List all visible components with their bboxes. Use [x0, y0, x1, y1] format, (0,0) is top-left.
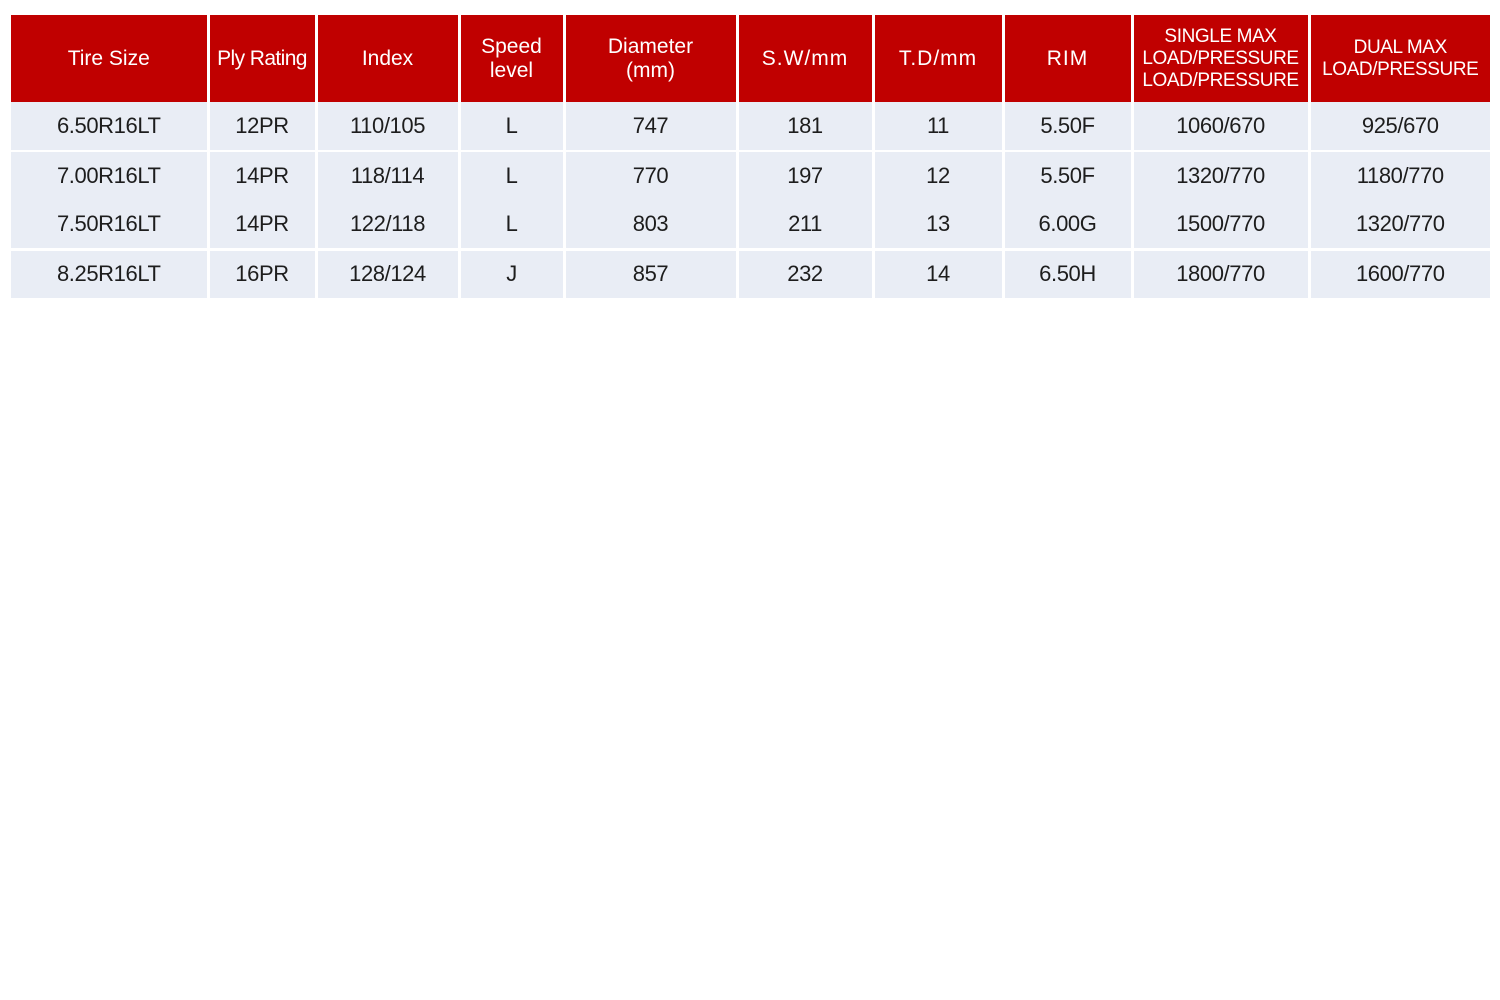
cell-sw-mm: 211	[735, 200, 875, 249]
cell-tire-size: 6.50R16LT	[11, 102, 210, 152]
cell-index: 122/118	[314, 200, 461, 249]
cell-single-max: 1320/770	[1130, 151, 1311, 200]
cell-diameter: 803	[562, 200, 739, 249]
cell-td-mm: 13	[871, 200, 1005, 249]
header-ply-rating: Ply Rating	[206, 15, 318, 102]
cell-speed-level: L	[457, 151, 566, 200]
header-diameter-line1: Diameter	[607, 35, 694, 58]
cell-diameter: 770	[562, 151, 739, 200]
cell-sw-mm: 197	[735, 151, 875, 200]
cell-index: 128/124	[314, 247, 461, 298]
header-single-max: SINGLE MAX LOAD/PRESSURE LOAD/PRESSURE	[1130, 15, 1311, 102]
cell-speed-level: L	[457, 200, 566, 249]
cell-dual-max: 1180/770	[1307, 151, 1490, 200]
header-td-mm-label: T.D/mm	[898, 47, 978, 70]
cell-speed-level: J	[457, 247, 566, 298]
header-sw-mm-label: S.W/mm	[761, 47, 849, 70]
tire-spec-table: Tire Size Ply Rating Index Speed level D…	[11, 15, 1490, 298]
header-rim: RIM	[1001, 15, 1134, 102]
header-speed-level-line2: level	[489, 59, 534, 82]
cell-rim: 6.00G	[1001, 200, 1134, 249]
cell-index: 110/105	[314, 102, 461, 152]
header-row: Tire Size Ply Rating Index Speed level D…	[11, 15, 1490, 102]
cell-index: 118/114	[314, 151, 461, 200]
cell-single-max: 1060/670	[1130, 102, 1311, 152]
header-rim-label: RIM	[1046, 47, 1089, 70]
cell-dual-max: 1600/770	[1307, 247, 1490, 298]
header-tire-size: Tire Size	[11, 15, 210, 102]
table-row: 7.50R16LT 14PR 122/118 L 803 211 13 6.00…	[11, 200, 1490, 249]
cell-rim: 6.50H	[1001, 247, 1134, 298]
cell-speed-level: L	[457, 102, 566, 152]
header-dual-max: DUAL MAX LOAD/PRESSURE	[1307, 15, 1490, 102]
header-index-label: Index	[361, 47, 414, 70]
header-sw-mm: S.W/mm	[735, 15, 875, 102]
cell-sw-mm: 232	[735, 247, 875, 298]
tire-spec-table-container: Tire Size Ply Rating Index Speed level D…	[11, 15, 1490, 298]
cell-tire-size: 7.00R16LT	[11, 151, 210, 200]
header-dual-max-line2: LOAD/PRESSURE	[1322, 59, 1479, 80]
cell-rim: 5.50F	[1001, 151, 1134, 200]
table-row: 8.25R16LT 16PR 128/124 J 857 232 14 6.50…	[11, 247, 1490, 298]
table-row: 7.00R16LT 14PR 118/114 L 770 197 12 5.50…	[11, 151, 1490, 200]
cell-single-max: 1500/770	[1130, 200, 1311, 249]
cell-rim: 5.50F	[1001, 102, 1134, 152]
cell-dual-max: 925/670	[1307, 102, 1490, 152]
cell-diameter: 747	[562, 102, 739, 152]
cell-ply-rating: 14PR	[206, 200, 318, 249]
header-speed-level: Speed level	[457, 15, 566, 102]
cell-tire-size: 7.50R16LT	[11, 200, 210, 249]
header-dual-max-line1: DUAL MAX	[1353, 37, 1448, 58]
header-single-max-line1: SINGLE MAX	[1164, 26, 1277, 47]
cell-dual-max: 1320/770	[1307, 200, 1490, 249]
cell-ply-rating: 16PR	[206, 247, 318, 298]
table-row: 6.50R16LT 12PR 110/105 L 747 181 11 5.50…	[11, 102, 1490, 152]
header-ply-rating-label: Ply Rating	[217, 47, 307, 70]
cell-td-mm: 12	[871, 151, 1005, 200]
cell-ply-rating: 14PR	[206, 151, 318, 200]
header-single-max-line2: LOAD/PRESSURE	[1142, 48, 1299, 69]
header-tire-size-label: Tire Size	[67, 47, 150, 70]
cell-td-mm: 11	[871, 102, 1005, 152]
cell-tire-size: 8.25R16LT	[11, 247, 210, 298]
header-td-mm: T.D/mm	[871, 15, 1005, 102]
header-diameter-line2: (mm)	[626, 59, 675, 82]
header-speed-level-line1: Speed	[481, 35, 542, 58]
header-index: Index	[314, 15, 461, 102]
header-diameter: Diameter (mm)	[562, 15, 739, 102]
cell-single-max: 1800/770	[1130, 247, 1311, 298]
cell-td-mm: 14	[871, 247, 1005, 298]
cell-sw-mm: 181	[735, 102, 875, 152]
cell-ply-rating: 12PR	[206, 102, 318, 152]
header-single-max-line3: LOAD/PRESSURE	[1142, 70, 1299, 91]
cell-diameter: 857	[562, 247, 739, 298]
